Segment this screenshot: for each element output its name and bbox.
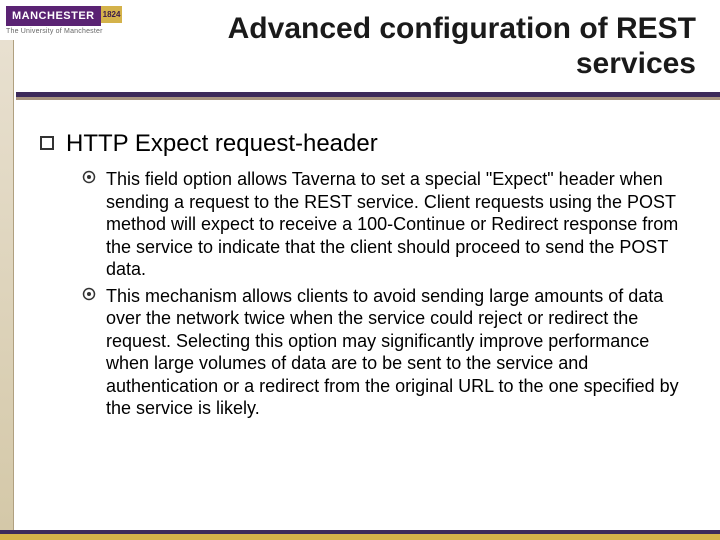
side-strip: [0, 40, 14, 530]
logo-year: 1824: [101, 6, 123, 23]
bullet-level2-group: This field option allows Taverna to set …: [82, 168, 690, 420]
target-bullet-icon: [82, 170, 96, 184]
content-area: HTTP Expect request-header This field op…: [40, 130, 690, 424]
logo-subtitle: The University of Manchester: [6, 28, 126, 35]
logo-area: MANCHESTER1824 The University of Manches…: [6, 6, 126, 35]
bullet-level2: This field option allows Taverna to set …: [82, 168, 690, 281]
bullet-level2: This mechanism allows clients to avoid s…: [82, 285, 690, 420]
bullet-level2-text: This mechanism allows clients to avoid s…: [106, 285, 690, 420]
bullet-level2-text: This field option allows Taverna to set …: [106, 168, 690, 281]
logo-name: MANCHESTER: [6, 6, 101, 26]
target-bullet-icon: [82, 287, 96, 301]
slide-title: Advanced configuration of REST services: [160, 12, 696, 81]
bullet-level1-text: HTTP Expect request-header: [66, 130, 378, 158]
footer-bar: [0, 530, 720, 540]
title-rule-light: [16, 97, 720, 100]
bullet-level1: HTTP Expect request-header: [40, 130, 690, 158]
slide: MANCHESTER1824 The University of Manches…: [0, 0, 720, 540]
square-bullet-icon: [40, 136, 54, 150]
